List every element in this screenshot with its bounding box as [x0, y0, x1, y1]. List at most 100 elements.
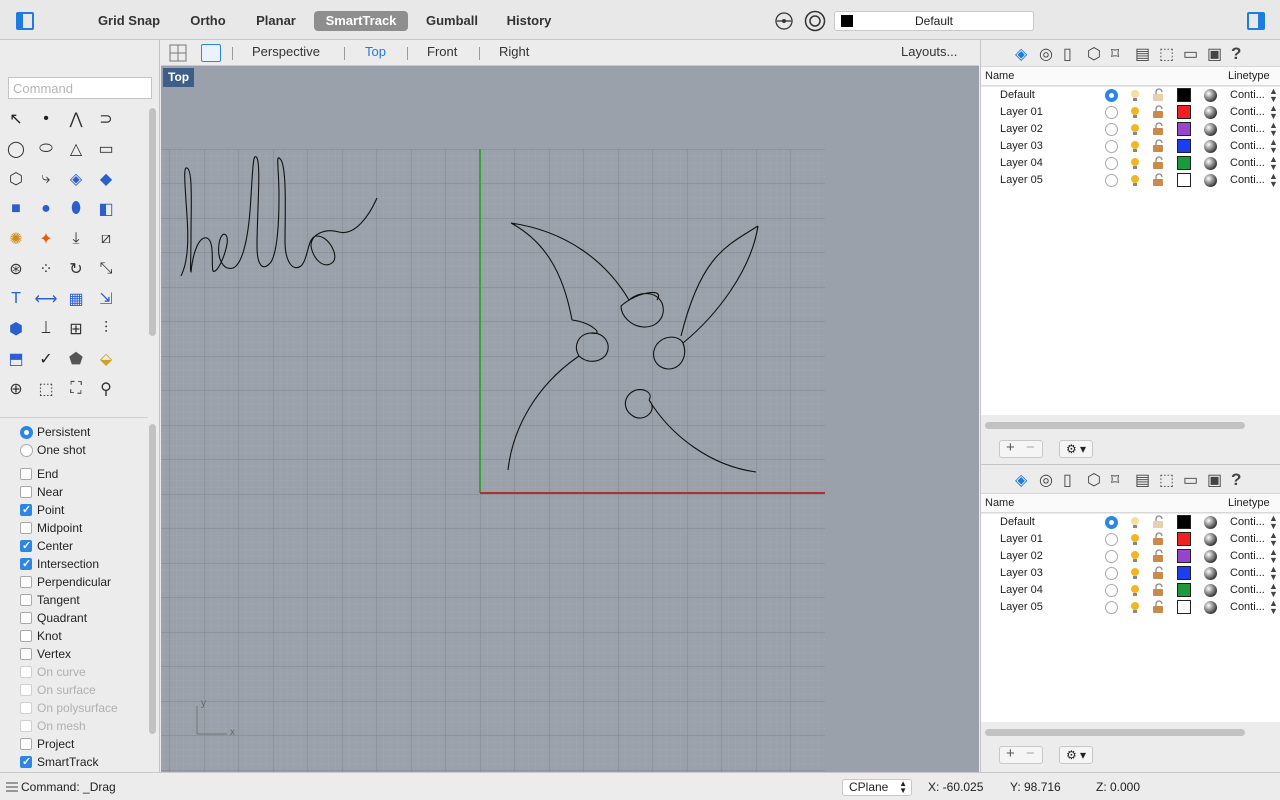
layer-name[interactable]: Layer 02	[1000, 123, 1043, 135]
scale-icon[interactable]: ⤡	[93, 256, 119, 282]
layers-hscroll-1[interactable]	[985, 422, 1245, 429]
current-layer-radio[interactable]	[1105, 140, 1118, 153]
layer-name[interactable]: Default	[1000, 89, 1035, 101]
layer-linetype[interactable]: Conti...	[1230, 89, 1265, 101]
lightbulb-icon[interactable]	[1128, 549, 1142, 563]
zoom-in-icon[interactable]: ⊕	[3, 376, 29, 402]
linetype-stepper-icon[interactable]: ▲ ▼	[1269, 87, 1278, 104]
unlock-icon[interactable]	[1151, 88, 1165, 102]
layer-color-swatch[interactable]	[1177, 549, 1191, 563]
gumball-button[interactable]: Gumball	[420, 11, 484, 31]
texture-icon[interactable]: ▤	[1135, 44, 1150, 64]
layer-row[interactable]: Layer 05 Conti... ▲ ▼	[981, 599, 1280, 616]
current-layer-radio[interactable]	[1105, 533, 1118, 546]
extrude-icon[interactable]: ⬒	[3, 346, 29, 372]
tab-perspective[interactable]: Perspective	[252, 44, 320, 59]
layer-row[interactable]: Layer 04 Conti... ▲ ▼	[981, 155, 1280, 172]
layer-color-swatch[interactable]	[1177, 139, 1191, 153]
linetype-stepper-icon[interactable]: ▲ ▼	[1269, 582, 1278, 599]
move-icon[interactable]: ⤓	[63, 226, 89, 252]
check-icon[interactable]: ✓	[33, 346, 59, 372]
osnap-target-icon[interactable]	[774, 11, 794, 31]
material-icon[interactable]	[1204, 601, 1217, 614]
unlock-icon[interactable]	[1151, 600, 1165, 614]
linetype-stepper-icon[interactable]: ▲ ▼	[1269, 599, 1278, 616]
lightbulb-icon[interactable]	[1128, 566, 1142, 580]
gear-tool-icon[interactable]: ✺	[3, 226, 29, 252]
unlock-icon[interactable]	[1151, 173, 1165, 187]
loft-icon[interactable]: ◆	[93, 166, 119, 192]
fillet-icon[interactable]: ⤷	[33, 166, 59, 192]
layer-linetype[interactable]: Conti...	[1230, 567, 1265, 579]
help-icon-2[interactable]: ?	[1231, 470, 1241, 490]
layer-row[interactable]: Layer 03 Conti... ▲ ▼	[981, 138, 1280, 155]
surface-icon[interactable]: ◈	[63, 166, 89, 192]
sphere-icon[interactable]: ●	[33, 196, 59, 222]
layer-linetype[interactable]: Conti...	[1230, 140, 1265, 152]
layer-linetype[interactable]: Conti...	[1230, 533, 1265, 545]
add-remove-layer-2[interactable]: + −	[999, 745, 1043, 764]
layer-color-swatch[interactable]	[1177, 156, 1191, 170]
lightbulb-icon[interactable]	[1128, 600, 1142, 614]
material-icon[interactable]	[1204, 567, 1217, 580]
layer-row[interactable]: Default Conti... ▲ ▼	[981, 87, 1280, 104]
lightbulb-icon[interactable]	[1128, 532, 1142, 546]
layout-icon-2[interactable]: ⬚	[1159, 470, 1174, 490]
current-layer-radio[interactable]	[1105, 584, 1118, 597]
layer-color-swatch[interactable]	[1177, 88, 1191, 102]
layer-name[interactable]: Layer 05	[1000, 601, 1043, 613]
linetype-stepper-icon[interactable]: ▲ ▼	[1269, 172, 1278, 189]
material-icon[interactable]	[1204, 106, 1217, 119]
material-icon[interactable]	[1204, 157, 1217, 170]
current-layer-radio[interactable]	[1105, 567, 1118, 580]
current-layer-radio[interactable]	[1105, 157, 1118, 170]
layer-color-swatch[interactable]	[1177, 532, 1191, 546]
layer-linetype[interactable]: Conti...	[1230, 550, 1265, 562]
layer-row[interactable]: Layer 01 Conti... ▲ ▼	[981, 104, 1280, 121]
material-icon[interactable]	[1204, 140, 1217, 153]
monitor-icon[interactable]: ▣	[1207, 44, 1222, 64]
help-icon[interactable]: ?	[1231, 44, 1241, 64]
layer-name[interactable]: Default	[1000, 516, 1035, 528]
unlock-icon[interactable]	[1151, 583, 1165, 597]
layer-name[interactable]: Layer 03	[1000, 567, 1043, 579]
layer-linetype[interactable]: Conti...	[1230, 516, 1265, 528]
materials-icon-2[interactable]: ◎	[1039, 470, 1053, 490]
point-icon[interactable]: •	[33, 106, 59, 132]
col-name[interactable]: Name	[985, 70, 1014, 82]
viewport-canvas[interactable]	[161, 66, 979, 772]
layers-icon-2[interactable]: ◈	[1015, 470, 1027, 490]
group-icon[interactable]: ⁘	[33, 256, 59, 282]
linetype-stepper-icon[interactable]: ▲ ▼	[1269, 514, 1278, 531]
polygon-icon[interactable]: ⬡	[3, 166, 29, 192]
layer-color-swatch[interactable]	[1177, 566, 1191, 580]
material-icon[interactable]	[1204, 89, 1217, 102]
display-icon-2[interactable]: ▭	[1183, 470, 1198, 490]
join-icon[interactable]: ⊛	[3, 256, 29, 282]
toggle-left-sidebar-icon[interactable]	[16, 12, 34, 30]
grid-snap-button[interactable]: Grid Snap	[92, 11, 166, 31]
current-layer-radio[interactable]	[1105, 601, 1118, 614]
cylinder-icon[interactable]: ⬮	[63, 196, 89, 222]
camera-icon-2[interactable]: ⌑	[1111, 470, 1119, 490]
layer-row[interactable]: Default Conti... ▲ ▼	[981, 514, 1280, 531]
cplane-dropdown[interactable]: CPlane ▲ ▼	[842, 779, 912, 796]
ellipse-icon[interactable]: ⬭	[33, 136, 59, 162]
tool-palette-scrollbar[interactable]	[149, 108, 156, 336]
box-icon[interactable]: ■	[3, 196, 29, 222]
material-icon[interactable]	[1204, 123, 1217, 136]
lightbulb-icon[interactable]	[1128, 105, 1142, 119]
layer-linetype[interactable]: Conti...	[1230, 584, 1265, 596]
layer-row[interactable]: Layer 01 Conti... ▲ ▼	[981, 531, 1280, 548]
material-icon[interactable]	[1204, 584, 1217, 597]
layer-options-gear-icon-2[interactable]: ⚙ ▾	[1059, 746, 1093, 764]
current-layer-radio[interactable]	[1105, 550, 1118, 563]
zoom-icon[interactable]: ⚲	[93, 376, 119, 402]
zoom-extents-icon[interactable]: ⛶	[63, 376, 89, 402]
layer-row[interactable]: Layer 02 Conti... ▲ ▼	[981, 548, 1280, 565]
lightbulb-icon[interactable]	[1128, 156, 1142, 170]
materials-icon[interactable]: ◎	[1039, 44, 1053, 64]
lightbulb-icon[interactable]	[1128, 515, 1142, 529]
unlock-icon[interactable]	[1151, 139, 1165, 153]
single-viewport-icon[interactable]	[201, 44, 221, 62]
